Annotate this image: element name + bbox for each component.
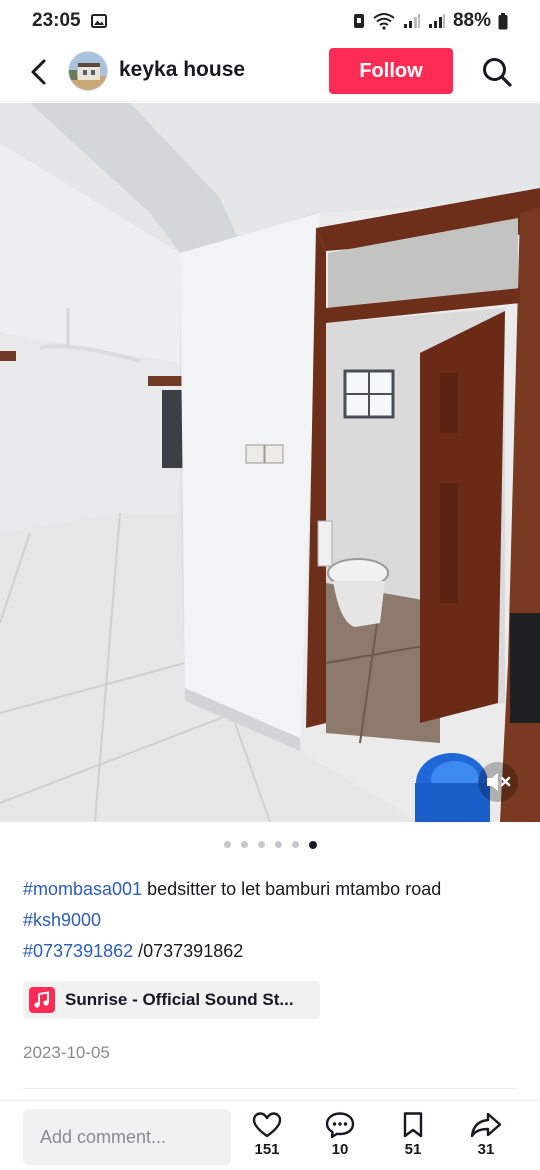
wifi-icon xyxy=(373,13,395,30)
back-button[interactable] xyxy=(26,56,54,88)
caption-line-1: #mombasa001 bedsitter to let bamburi mta… xyxy=(23,874,523,905)
room-photo-illustration xyxy=(0,103,540,822)
status-bar: 23:05 88% xyxy=(0,0,540,42)
comment-input[interactable] xyxy=(23,1109,231,1165)
carousel-dot[interactable] xyxy=(223,841,231,848)
battery-icon xyxy=(498,12,508,29)
bookmark-icon xyxy=(403,1112,423,1138)
mute-toggle-button[interactable] xyxy=(478,762,518,802)
battery-percent: 88% xyxy=(452,10,491,31)
share-count: 31 xyxy=(477,1141,495,1158)
status-left: 23:05 xyxy=(32,10,107,32)
username[interactable]: keyka house xyxy=(119,58,245,82)
status-time: 23:05 xyxy=(32,10,81,31)
search-button[interactable] xyxy=(480,55,514,89)
search-icon xyxy=(483,58,512,87)
hashtag-link[interactable]: #0737391862 xyxy=(23,941,133,961)
carousel-dot[interactable] xyxy=(291,841,299,848)
status-right: 88% xyxy=(353,10,508,32)
alarm-icon xyxy=(353,14,364,28)
caption-line-3: #0737391862 /0737391862 xyxy=(23,936,523,967)
sound-title: Sunrise - Official Sound St... xyxy=(65,990,294,1009)
image-icon xyxy=(90,14,107,28)
carousel-dot[interactable] xyxy=(257,841,265,848)
music-note-icon xyxy=(29,987,55,1013)
like-count: 151 xyxy=(254,1141,280,1158)
hashtag-link[interactable]: #mombasa001 xyxy=(23,879,142,899)
heart-icon xyxy=(252,1112,282,1138)
signal-icon-2 xyxy=(428,14,445,28)
share-button[interactable]: 31 xyxy=(461,1111,511,1158)
avatar-image xyxy=(69,52,107,90)
comment-button[interactable]: 10 xyxy=(315,1111,365,1158)
post-date: 2023-10-05 xyxy=(23,1043,110,1062)
caption-text: bedsitter to let bamburi mtambo road xyxy=(142,879,442,899)
back-arrow-icon xyxy=(31,59,46,85)
share-arrow-icon xyxy=(470,1112,502,1138)
comment-count: 10 xyxy=(331,1141,349,1158)
bottom-action-bar: 151 10 51 31 xyxy=(0,1100,540,1170)
post-caption: #mombasa001 bedsitter to let bamburi mta… xyxy=(23,874,523,967)
caption-text: /0737391862 xyxy=(133,941,244,961)
comment-bubble-icon xyxy=(325,1112,355,1139)
divider xyxy=(23,1088,517,1089)
sound-chip[interactable]: Sunrise - Official Sound St... xyxy=(23,981,320,1019)
carousel-indicator xyxy=(0,840,540,849)
post-photo[interactable] xyxy=(0,103,540,822)
save-button[interactable]: 51 xyxy=(388,1111,438,1158)
save-count: 51 xyxy=(404,1141,422,1158)
signal-icon xyxy=(403,14,420,28)
carousel-dot[interactable] xyxy=(240,841,248,848)
muted-speaker-icon xyxy=(487,773,511,791)
top-header: keyka house Follow xyxy=(0,42,540,102)
follow-button[interactable]: Follow xyxy=(329,48,453,94)
carousel-dot[interactable] xyxy=(274,841,282,848)
hashtag-link[interactable]: #ksh9000 xyxy=(23,910,101,930)
carousel-dot-active[interactable] xyxy=(308,840,317,849)
caption-line-2: #ksh9000 xyxy=(23,905,523,936)
like-button[interactable]: 151 xyxy=(242,1111,292,1158)
avatar[interactable] xyxy=(68,51,108,91)
